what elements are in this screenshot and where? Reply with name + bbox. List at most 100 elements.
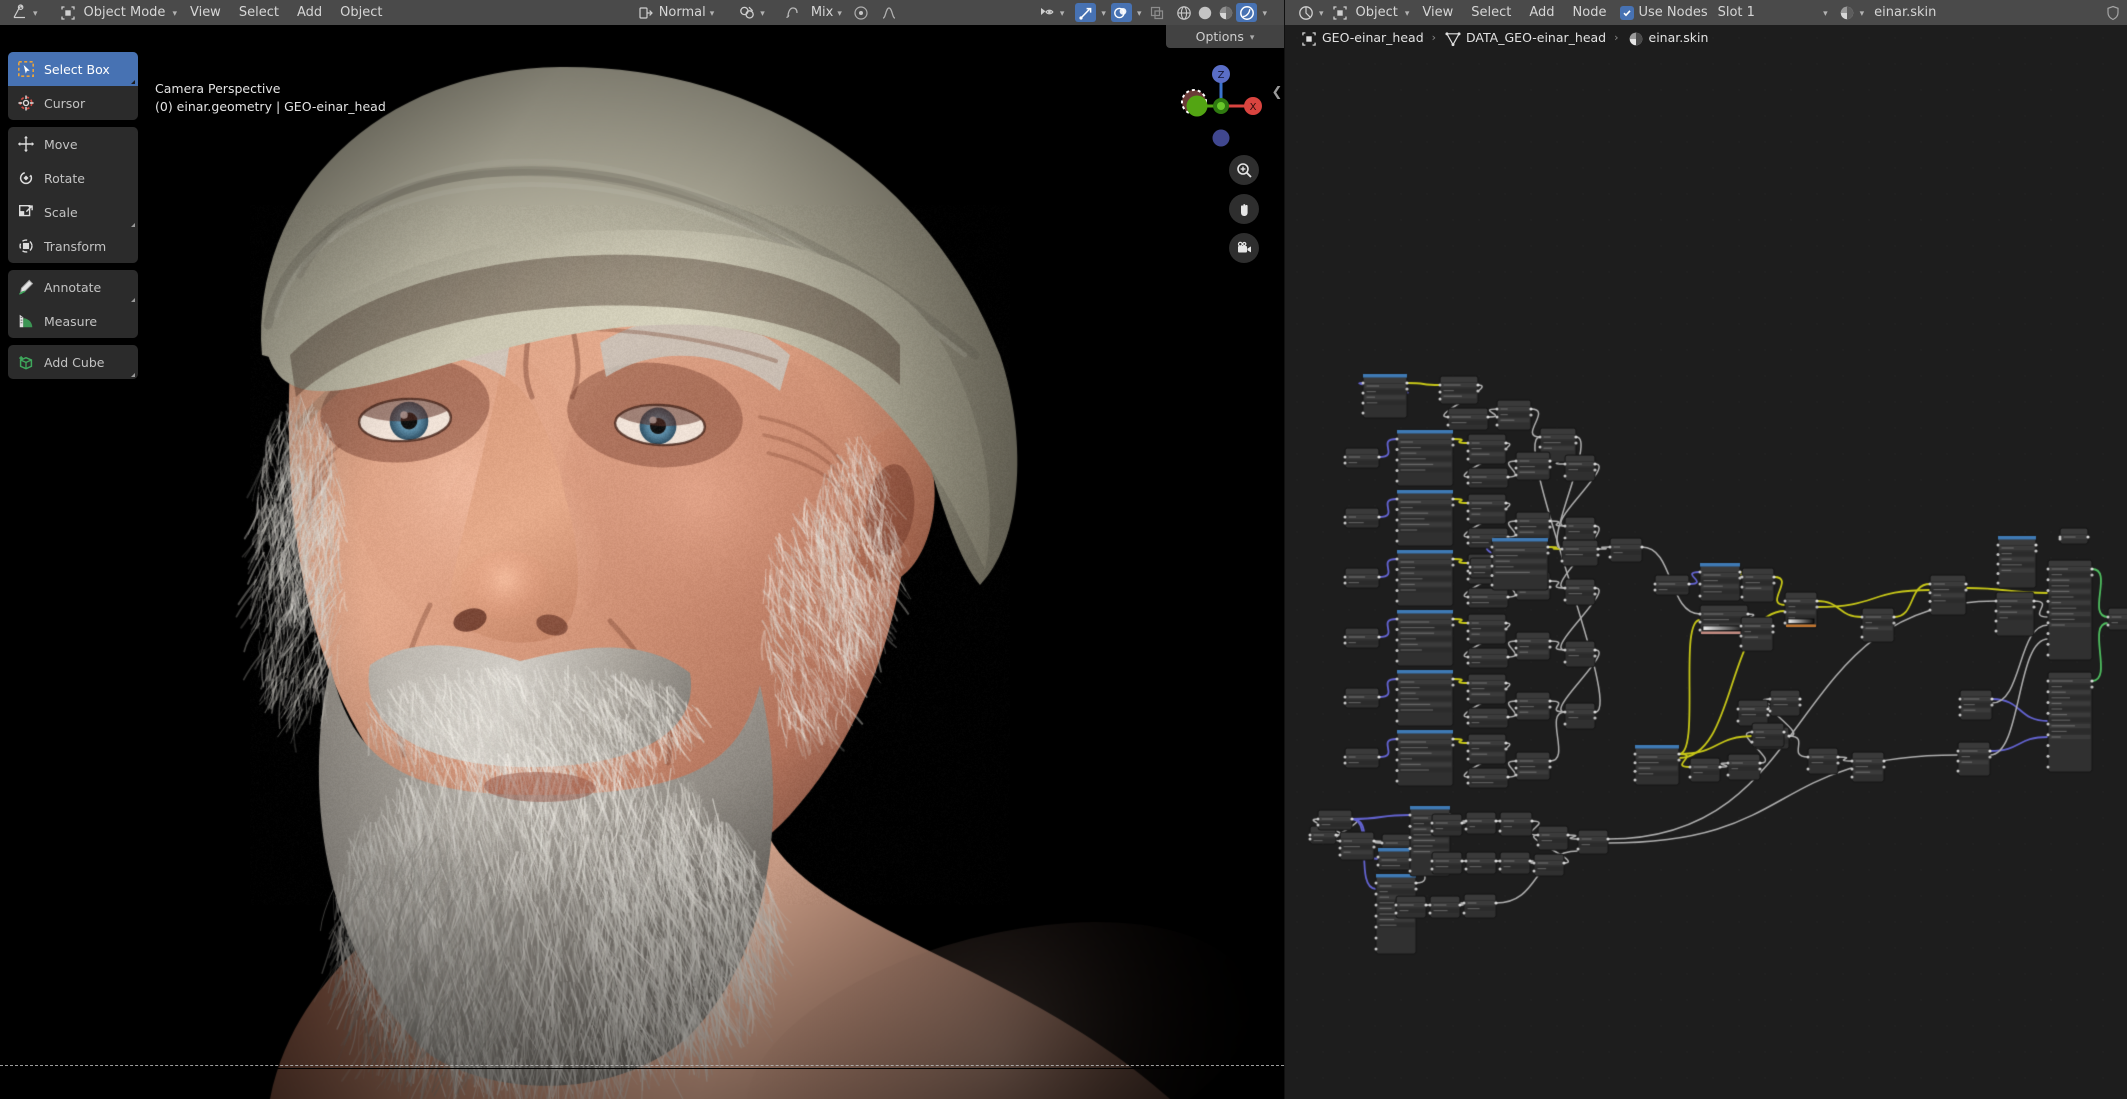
chevron-down-icon: ▾ [760, 9, 765, 19]
breadcrumb[interactable]: GEO-einar_head › DATA_GEO-einar_head › einar… [1284, 25, 2127, 50]
viewport-sidebar-toggle[interactable]: ❮ [1270, 77, 1284, 107]
submenu-corner-icon [131, 373, 135, 377]
material-icon [1627, 30, 1642, 45]
overlays-toggle[interactable] [1111, 3, 1132, 22]
camera-passepartout-line [0, 1065, 1284, 1066]
xray-toggle[interactable] [1146, 3, 1167, 22]
tool-rotate[interactable]: Rotate [8, 161, 138, 195]
solid-icon [1196, 4, 1214, 22]
node-menu-view[interactable]: View [1413, 0, 1462, 25]
shading-rendered-button[interactable] [1236, 3, 1257, 22]
chevron-down-icon: ▾ [1319, 9, 1324, 19]
viewport-view-label: Camera Perspective [155, 81, 280, 96]
falloff-curve-icon[interactable] [875, 3, 903, 22]
tool-group: Select Box Cursor [8, 52, 138, 120]
shader-type-label: Object [1356, 5, 1398, 20]
tool-scale[interactable]: Scale [8, 195, 138, 229]
proportional-falloff-dropdown[interactable]: Mix ▾ [806, 3, 847, 22]
chevron-down-icon: ▾ [172, 9, 177, 19]
shading-dropdown[interactable]: ▾ [1257, 3, 1272, 22]
menu-select[interactable]: Select [230, 0, 288, 25]
breadcrumb-separator-icon: › [1612, 31, 1620, 44]
viewport-nav-buttons[interactable] [1229, 155, 1259, 263]
falloff-smooth-icon [852, 4, 870, 22]
menu-object[interactable]: Object [331, 0, 391, 25]
tool-label: Select Box [44, 62, 110, 77]
editor-type-shader-icon[interactable]: ▾ [1292, 3, 1329, 22]
chevron-down-icon: ▾ [1250, 33, 1255, 43]
mode-label: Object Mode [84, 5, 166, 20]
gizmo-dropdown[interactable]: ▾ [1096, 3, 1111, 22]
pan-icon[interactable] [1229, 194, 1259, 224]
svg-text:Z: Z [1218, 70, 1225, 81]
tool-label: Move [44, 137, 78, 152]
proportional-editing-toggle[interactable] [778, 3, 806, 22]
material-slot-dropdown[interactable]: Slot 1 ▾ [1713, 3, 1833, 22]
camera-passepartout-shadow [0, 1068, 1284, 1069]
tool-add-cube[interactable]: Add Cube [8, 345, 138, 379]
zoom-icon[interactable] [1229, 155, 1259, 185]
use-nodes-label: Use Nodes [1638, 5, 1707, 20]
shading-solid-button[interactable] [1194, 3, 1215, 22]
shading-wireframe-button[interactable] [1173, 3, 1194, 22]
chevron-down-icon: ▾ [1823, 9, 1828, 19]
gizmo-toggle[interactable] [1075, 3, 1096, 22]
node-graph-canvas[interactable] [1284, 25, 2127, 1099]
material-browse-dropdown[interactable]: ▾ [1833, 3, 1870, 22]
viewport-options-bar[interactable]: Options ▾ [1166, 25, 1284, 48]
viewport-render[interactable] [0, 25, 1284, 1099]
tool-label: Cursor [44, 96, 85, 111]
breadcrumb-item-2[interactable]: einar.skin [1627, 30, 1709, 45]
shader-editor-header[interactable]: ▾ Object ▾ View Select Add Node Use Node… [1284, 0, 2127, 25]
wireframe-icon [1175, 4, 1193, 22]
chevron-down-icon: ▾ [1405, 9, 1410, 19]
tool-group: Add Cube [8, 345, 138, 379]
shader-type-dropdown[interactable]: Object ▾ [1329, 3, 1414, 22]
3d-viewport[interactable]: Camera Perspective (0) einar.geometry | … [0, 25, 1284, 1099]
material-name-field[interactable]: einar.skin [1869, 3, 2099, 22]
chevron-down-icon: ▾ [1262, 9, 1267, 19]
interaction-mode-dropdown[interactable]: Object Mode ▾ [57, 3, 181, 22]
camera-icon[interactable] [1229, 233, 1259, 263]
shader-node-editor[interactable]: GEO-einar_head › DATA_GEO-einar_head › einar… [1284, 25, 2127, 1099]
node-menu-node[interactable]: Node [1564, 0, 1616, 25]
breadcrumb-item-1[interactable]: DATA_GEO-einar_head [1444, 30, 1606, 45]
editor-divider[interactable] [1284, 0, 1285, 1099]
tool-select-box[interactable]: Select Box [8, 52, 138, 86]
menu-add[interactable]: Add [288, 0, 331, 25]
tool-move[interactable]: Move [8, 127, 138, 161]
transform-icon [17, 237, 35, 255]
node-menu-select[interactable]: Select [1462, 0, 1520, 25]
tool-cursor[interactable]: Cursor [8, 86, 138, 120]
tool-label: Add Cube [44, 355, 104, 370]
falloff-smooth-button[interactable] [847, 3, 875, 22]
chevron-down-icon: ▾ [1101, 9, 1106, 19]
chevron-down-icon: ▾ [1860, 9, 1865, 19]
tool-measure[interactable]: Measure [8, 304, 138, 338]
breadcrumb-item-0[interactable]: GEO-einar_head [1300, 30, 1424, 45]
scale-icon [17, 203, 35, 221]
tool-annotate[interactable]: Annotate [8, 270, 138, 304]
navigation-gizmo[interactable]: X Z [1172, 57, 1270, 155]
menu-view[interactable]: View [181, 0, 230, 25]
breadcrumb-label: DATA_GEO-einar_head [1466, 30, 1606, 45]
overlays-dropdown[interactable]: ▾ [1132, 3, 1147, 22]
snap-dropdown[interactable]: ▾ [733, 3, 770, 22]
tool-transform[interactable]: Transform [8, 229, 138, 263]
tool-shelf[interactable]: Select Box Cursor Move Rotate Scale Transform… [8, 52, 138, 379]
annotate-icon [17, 278, 35, 296]
use-nodes-checkbox[interactable]: Use Nodes [1615, 3, 1712, 22]
tool-group: Move Rotate Scale Transform [8, 127, 138, 263]
shield-icon[interactable] [2099, 3, 2127, 22]
magnet-icon [738, 4, 756, 22]
selectability-visibility-dropdown[interactable]: ▾ [1033, 3, 1070, 22]
node-menu-add[interactable]: Add [1520, 0, 1563, 25]
object-data-icon [1300, 30, 1315, 45]
viewport-header[interactable]: ▾ Object Mode ▾ View Select Add Object N… [0, 0, 1284, 25]
transform-orientation-dropdown[interactable]: Normal ▾ [632, 3, 720, 22]
editor-type-3dview-icon[interactable]: ▾ [6, 3, 43, 22]
add-cube-icon [17, 353, 35, 371]
material-preview-icon [1217, 4, 1235, 22]
shading-material-preview-button[interactable] [1215, 3, 1236, 22]
viewport-object-label: (0) einar.geometry | GEO-einar_head [155, 99, 386, 114]
